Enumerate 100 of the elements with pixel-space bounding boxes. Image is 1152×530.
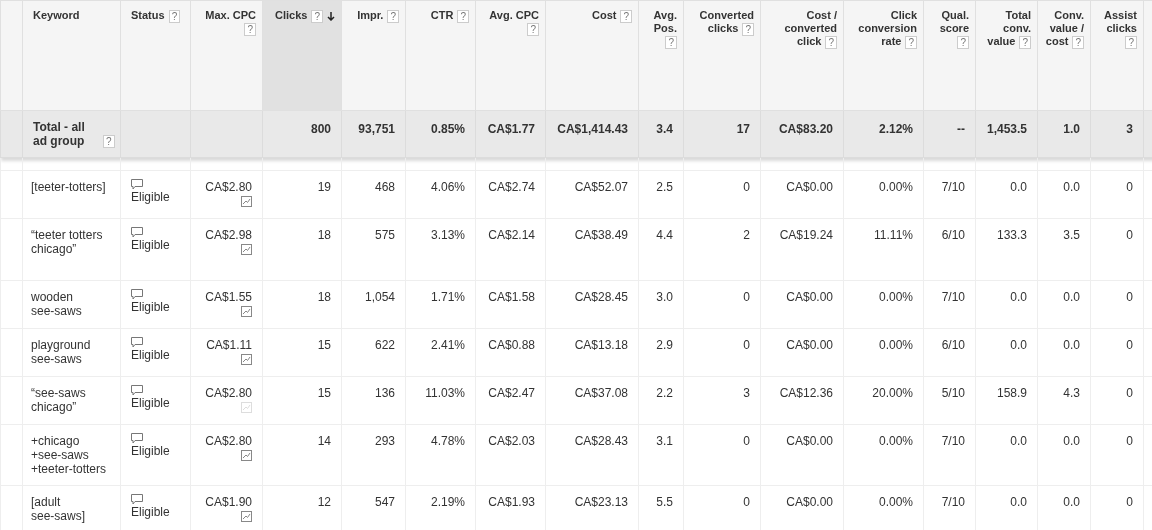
table-cell: 0.0 xyxy=(1010,290,1027,304)
table-cell: 19 xyxy=(317,180,331,194)
column-header[interactable]: Cost ? xyxy=(545,0,639,111)
total-cell: 93,751 xyxy=(358,122,395,136)
speech-bubble-icon[interactable] xyxy=(131,289,143,300)
total-cell: 2.12% xyxy=(878,122,913,136)
table-cell: 0.0 xyxy=(1010,434,1027,448)
line-chart-icon[interactable] xyxy=(241,511,252,523)
column-header[interactable]: Status ? xyxy=(120,0,191,111)
status-text: Eligible xyxy=(131,348,171,362)
table-cell: 1.71% xyxy=(430,290,465,304)
column-header[interactable]: Click conversion rate ? xyxy=(843,0,924,111)
line-chart-icon[interactable] xyxy=(241,354,252,366)
status-text: Eligible xyxy=(131,396,171,410)
table-cell: 0.00% xyxy=(878,180,913,194)
line-chart-icon[interactable] xyxy=(241,196,252,208)
table-cell: 15 xyxy=(317,338,331,352)
table-cell: CA$2.74 xyxy=(488,180,535,194)
table-cell: CA$1.58 xyxy=(488,290,535,304)
status-text: Eligible xyxy=(131,238,171,252)
table-cell: 468 xyxy=(374,180,395,194)
column-header[interactable]: Total conv. value ? xyxy=(975,0,1038,111)
total-label: Total - all ad group xyxy=(33,120,86,148)
help-icon[interactable]: ? xyxy=(1072,35,1084,49)
speech-bubble-icon[interactable] xyxy=(131,385,143,396)
total-cell: 3 xyxy=(1126,122,1133,136)
table-cell: 0.00% xyxy=(878,495,913,509)
table-cell: 0.0 xyxy=(1063,495,1080,509)
table-cell: CA$19.24 xyxy=(779,228,833,242)
table-cell: CA$0.00 xyxy=(786,290,833,304)
keyword-text: [adult see-saws] xyxy=(31,495,86,523)
table-cell: CA$1.93 xyxy=(488,495,535,509)
speech-bubble-icon[interactable] xyxy=(131,179,143,190)
total-cell: 17 xyxy=(736,122,750,136)
table-cell: 3.0 xyxy=(656,290,673,304)
table-cell: 0 xyxy=(743,495,750,509)
column-header[interactable]: Keyword xyxy=(22,0,121,111)
help-icon[interactable]: ? xyxy=(527,22,539,36)
speech-bubble-icon[interactable] xyxy=(131,337,143,348)
table-cell: 6/10 xyxy=(941,338,965,352)
table-cell: CA$28.45 xyxy=(574,290,628,304)
help-icon[interactable]: ? xyxy=(244,22,256,36)
table-cell: 0.0 xyxy=(1010,495,1027,509)
column-header[interactable]: CTR ? xyxy=(405,0,476,111)
help-icon[interactable]: ? xyxy=(620,9,632,23)
total-cell: CA$83.20 xyxy=(778,122,833,136)
total-cell: 0.85% xyxy=(430,122,465,136)
total-cell: 1,453.5 xyxy=(986,122,1027,136)
line-chart-icon[interactable] xyxy=(241,306,252,318)
help-icon[interactable]: ? xyxy=(1019,35,1031,49)
table-cell: CA$52.07 xyxy=(574,180,628,194)
table-cell: 11.03% xyxy=(425,386,465,400)
table-cell: 0.00% xyxy=(878,338,913,352)
help-icon[interactable]: ? xyxy=(1125,35,1137,49)
help-icon[interactable]: ? xyxy=(742,22,754,36)
speech-bubble-icon[interactable] xyxy=(131,433,143,444)
help-icon[interactable]: ? xyxy=(457,9,469,23)
line-chart-icon[interactable] xyxy=(241,244,252,256)
table-cell: CA$37.08 xyxy=(574,386,628,400)
line-chart-icon[interactable] xyxy=(241,450,252,462)
table-cell: 4.06% xyxy=(430,180,465,194)
help-icon[interactable]: ? xyxy=(665,35,677,49)
table-cell: 0.0 xyxy=(1063,434,1080,448)
help-icon[interactable]: ? xyxy=(387,9,399,23)
column-header[interactable]: Avg. Pos. ? xyxy=(638,0,684,111)
speech-bubble-icon[interactable] xyxy=(131,494,143,505)
column-header[interactable]: Assist clicks ? xyxy=(1090,0,1144,111)
column-header[interactable]: Conv. value / cost ? xyxy=(1037,0,1091,111)
help-icon[interactable]: ? xyxy=(825,35,837,49)
column-header[interactable]: Converted clicks ? xyxy=(683,0,761,111)
column-header[interactable]: Impr. ? xyxy=(341,0,406,111)
table-cell: 0.0 xyxy=(1063,290,1080,304)
table-cell: 547 xyxy=(374,495,395,509)
column-header[interactable]: Clicks ? xyxy=(262,0,342,111)
help-icon[interactable]: ? xyxy=(957,35,969,49)
table-cell: 3.1 xyxy=(656,434,673,448)
column-header[interactable]: Avg. CPC ? xyxy=(475,0,546,111)
column-header[interactable]: Qual. score ? xyxy=(923,0,976,111)
table-cell: 0 xyxy=(1126,228,1133,242)
help-icon[interactable]: ? xyxy=(168,9,181,23)
max-cpc-value[interactable]: CA$2.98 xyxy=(191,228,252,242)
help-icon[interactable]: ? xyxy=(905,35,917,49)
table-cell: 14 xyxy=(317,434,331,448)
table-cell: 2.41% xyxy=(430,338,465,352)
column-header[interactable]: Cost / converted click ? xyxy=(760,0,844,111)
help-icon[interactable]: ? xyxy=(311,9,323,23)
keyword-text: [teeter-totters] xyxy=(31,180,106,194)
table-cell: 158.9 xyxy=(996,386,1027,400)
table-cell: CA$0.88 xyxy=(488,338,535,352)
max-cpc-value[interactable]: CA$2.80 xyxy=(191,434,252,448)
help-icon[interactable]: ? xyxy=(103,135,115,148)
table-cell: 3.5 xyxy=(1063,228,1080,242)
table-cell: 1,054 xyxy=(364,290,395,304)
table-cell: 0 xyxy=(1126,180,1133,194)
table-cell: 0.00% xyxy=(878,290,913,304)
table-cell: 622 xyxy=(374,338,395,352)
column-header[interactable]: Max. CPC ? xyxy=(190,0,263,111)
sort-down-arrow-icon xyxy=(327,11,335,22)
table-cell: 0 xyxy=(1126,434,1133,448)
speech-bubble-icon[interactable] xyxy=(131,227,143,238)
